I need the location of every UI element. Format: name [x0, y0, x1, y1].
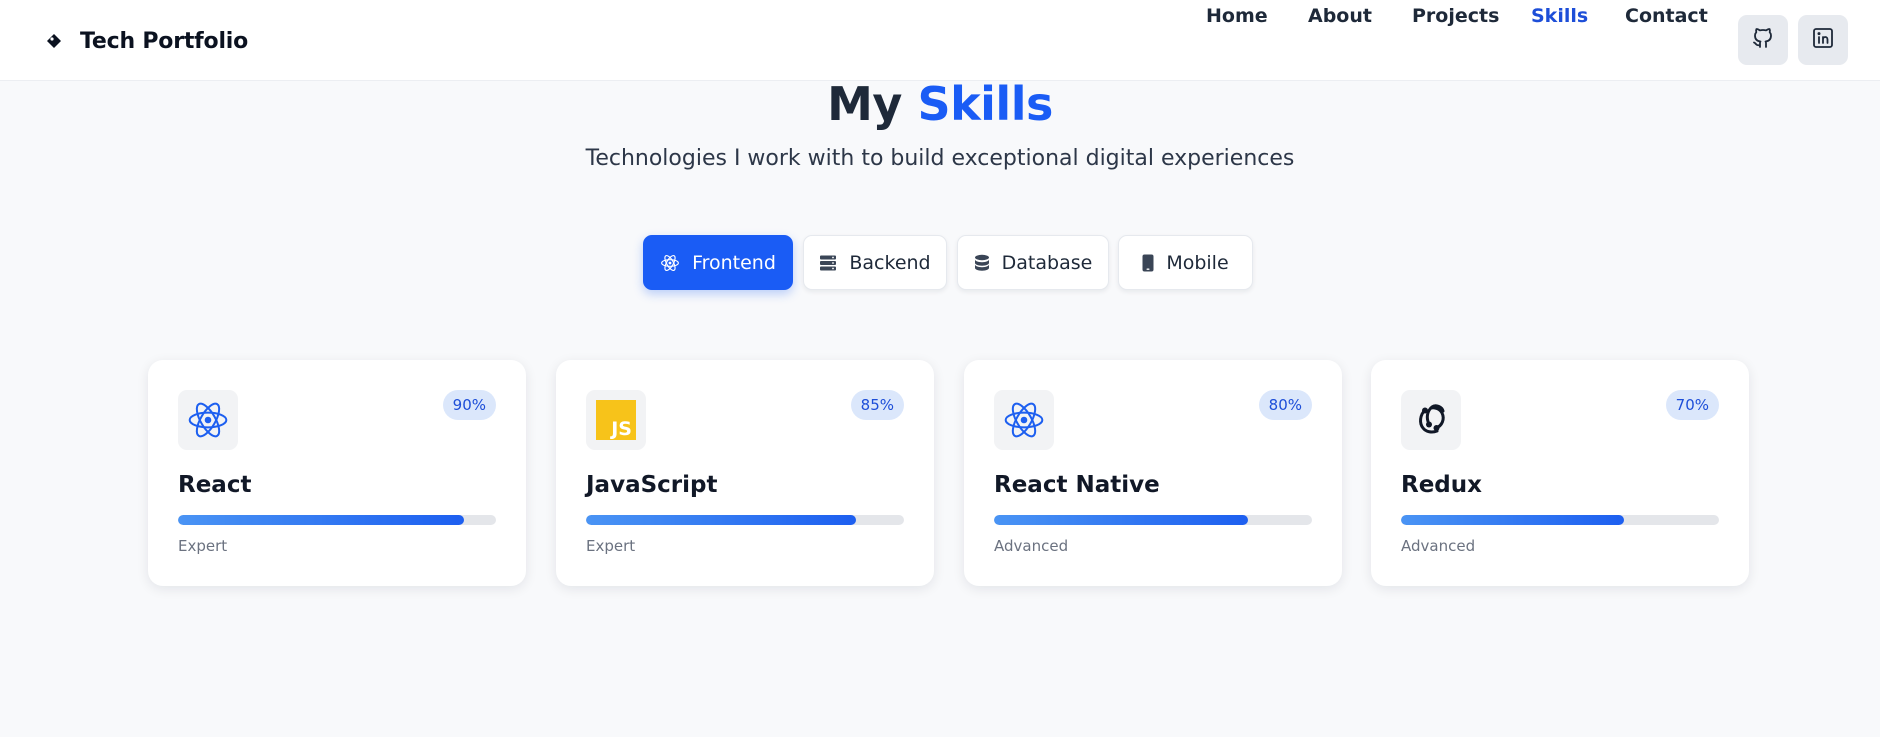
react-atom-icon — [186, 398, 230, 442]
tab-label: Database — [1001, 251, 1093, 274]
skill-icon-box — [178, 390, 238, 450]
tab-label: Frontend — [692, 251, 776, 274]
skill-progress-track — [178, 515, 496, 525]
skill-card-redux: 70% Redux Advanced — [1371, 360, 1749, 586]
skill-percent-badge: 70% — [1665, 390, 1719, 420]
linkedin-button[interactable] — [1798, 15, 1848, 65]
skill-name: React — [178, 472, 252, 498]
linkedin-icon — [1812, 27, 1834, 53]
nav-projects[interactable]: Projects — [1412, 0, 1499, 32]
skill-percent-badge: 90% — [442, 390, 496, 420]
skill-card-react: 90% React Expert — [148, 360, 526, 586]
tab-backend[interactable]: Backend — [803, 235, 947, 290]
brand-name: Tech Portfolio — [80, 28, 249, 54]
title-accent: Skills — [917, 77, 1053, 131]
skill-name: Redux — [1401, 472, 1482, 498]
skill-progress-fill — [1401, 515, 1624, 525]
skill-progress-fill — [178, 515, 465, 525]
skill-progress-fill — [586, 515, 857, 525]
skill-card-javascript: JS 85% JavaScript Expert — [556, 360, 934, 586]
github-button[interactable] — [1738, 15, 1788, 65]
github-icon — [1751, 26, 1775, 54]
tab-frontend[interactable]: Frontend — [643, 235, 793, 290]
skill-progress-track — [1401, 515, 1719, 525]
title-prefix: My — [827, 77, 902, 131]
tab-mobile[interactable]: Mobile — [1118, 235, 1253, 290]
skill-level: Expert — [178, 537, 228, 555]
skill-progress-track — [994, 515, 1312, 525]
redux-logo-icon — [1409, 398, 1453, 442]
page-subtitle: Technologies I work with to build except… — [585, 146, 1295, 171]
skill-level: Advanced — [994, 537, 1069, 555]
mobile-phone-icon — [1142, 254, 1154, 272]
tab-label: Mobile — [1166, 251, 1229, 274]
svg-text:JS: JS — [609, 418, 632, 440]
nav-skills[interactable]: Skills — [1531, 0, 1588, 32]
nav-home[interactable]: Home — [1206, 0, 1268, 32]
database-icon — [974, 254, 990, 272]
tag-icon — [46, 33, 62, 49]
skill-progress-track — [586, 515, 904, 525]
skill-card-react-native: 80% React Native Advanced — [964, 360, 1342, 586]
page-title: My Skills — [0, 74, 1880, 134]
skill-level: Advanced — [1401, 537, 1476, 555]
skill-percent-badge: 80% — [1258, 390, 1312, 420]
skill-icon-box — [1401, 390, 1461, 450]
nav-about[interactable]: About — [1308, 0, 1372, 32]
skill-name: React Native — [994, 472, 1160, 498]
skill-progress-fill — [994, 515, 1249, 525]
tab-label: Backend — [849, 251, 931, 274]
top-nav-bar: Tech Portfolio Home About Projects Skill… — [0, 0, 1880, 81]
tab-database[interactable]: Database — [957, 235, 1109, 290]
skill-icon-box: JS — [586, 390, 646, 450]
skill-level: Expert — [586, 537, 636, 555]
server-icon — [819, 254, 837, 272]
skill-icon-box — [994, 390, 1054, 450]
skill-name: JavaScript — [586, 472, 718, 498]
react-atom-icon — [660, 253, 680, 273]
react-atom-icon — [1002, 398, 1046, 442]
javascript-logo-icon: JS — [596, 400, 636, 440]
skill-percent-badge: 85% — [850, 390, 904, 420]
brand[interactable]: Tech Portfolio — [46, 25, 248, 57]
nav-contact[interactable]: Contact — [1625, 0, 1708, 32]
